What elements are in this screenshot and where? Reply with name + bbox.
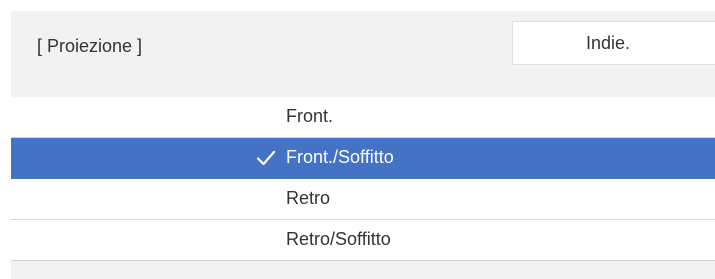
option-rear-ceiling[interactable]: Retro/Soffitto (11, 220, 715, 261)
projection-menu-panel: [ Proiezione ] Indie. Front. Front./Soff… (11, 11, 715, 279)
option-front-ceiling[interactable]: Front./Soffitto (11, 138, 715, 179)
option-label: Retro/Soffitto (286, 229, 391, 249)
back-button[interactable]: Indie. (512, 21, 715, 65)
menu-footer (11, 263, 715, 279)
option-label: Front./Soffitto (286, 147, 394, 167)
option-label: Front. (286, 106, 334, 126)
option-rear[interactable]: Retro (11, 179, 715, 220)
projection-options-list: Front. Front./Soffitto Retro Retro/Soffi… (11, 97, 715, 261)
menu-title: [ Proiezione ] (37, 36, 143, 56)
menu-header: [ Proiezione ] Indie. (11, 11, 715, 95)
option-front[interactable]: Front. (11, 97, 715, 138)
option-label: Retro (286, 188, 331, 208)
checkmark-icon (256, 150, 276, 166)
